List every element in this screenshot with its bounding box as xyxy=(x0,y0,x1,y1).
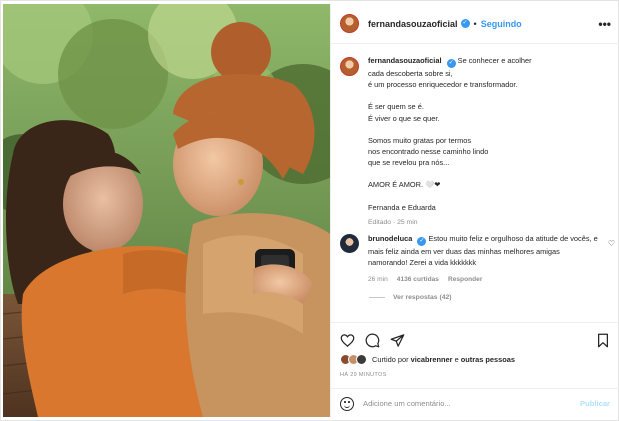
caption-line: Fernanda e Eduarda xyxy=(368,202,436,212)
bookmark-icon[interactable] xyxy=(596,333,610,348)
view-replies-button[interactable]: Ver respostas (42) xyxy=(369,294,452,301)
comments-section[interactable]: fernandasouzaoficial ✓ Se conhecer e aco… xyxy=(331,45,619,325)
caption-line: AMOR É AMOR. 🤍❤ xyxy=(368,180,441,190)
post-footer: Curtido por vicabrenner e outras pessoas… xyxy=(331,322,619,417)
caption-line: cada descoberta sobre si, xyxy=(368,69,453,78)
caption-gap xyxy=(368,90,532,101)
action-bar xyxy=(340,330,610,350)
likes-summary: Curtido por vicabrenner e outras pessoas xyxy=(340,354,515,365)
likes-suffix: e xyxy=(454,355,459,364)
comment-likes[interactable]: 4136 curtidas xyxy=(397,274,439,285)
profile-avatar[interactable] xyxy=(340,14,359,33)
following-button[interactable]: Seguindo xyxy=(481,19,522,29)
verified-badge-icon: ✓ xyxy=(417,237,427,246)
post-timestamp[interactable]: HÁ 29 MINUTOS xyxy=(340,372,387,378)
comment-icon[interactable] xyxy=(365,333,380,348)
comment-time[interactable]: 26 min xyxy=(368,274,388,285)
caption-line: que se revelou pra nós... xyxy=(368,158,450,168)
commenter-avatar[interactable] xyxy=(340,234,359,253)
commenter-username[interactable]: brunodeluca xyxy=(368,234,412,243)
caption-line: É viver o que se quer. xyxy=(368,113,440,123)
caption-line: nos encontrado nesse caminho lindo xyxy=(368,147,489,157)
likes-text: Curtido por vicabrenner e outras pessoas xyxy=(372,355,515,364)
liker-avatar xyxy=(356,354,367,365)
emoji-icon[interactable] xyxy=(340,396,354,411)
post-header: fernandasouzaoficial ✓ • Seguindo ••• xyxy=(331,4,619,44)
instagram-post-screenshot: fernandasouzaoficial ✓ • Seguindo ••• fe… xyxy=(0,0,619,421)
header-separator: • xyxy=(473,18,477,29)
likes-prefix: Curtido por xyxy=(372,355,409,364)
publish-button[interactable]: Publicar xyxy=(580,399,610,408)
caption-gap xyxy=(368,191,532,202)
replies-line xyxy=(369,297,385,298)
heart-icon[interactable] xyxy=(340,333,355,348)
post-photo[interactable] xyxy=(3,4,330,417)
caption-line: É ser quem se é. xyxy=(368,102,424,112)
caption-body: fernandasouzaoficial ✓ Se conhecer e aco… xyxy=(368,55,532,228)
caption-meta: Editado · 25 min xyxy=(368,218,418,226)
caption-avatar[interactable] xyxy=(340,57,359,76)
share-icon[interactable] xyxy=(390,333,405,348)
caption-gap xyxy=(368,124,532,135)
view-replies-label: Ver respostas (42) xyxy=(393,294,452,301)
header-username[interactable]: fernandasouzaoficial xyxy=(368,19,458,29)
likes-others-link[interactable]: outras pessoas xyxy=(461,355,515,364)
post-caption: fernandasouzaoficial ✓ Se conhecer e aco… xyxy=(340,55,610,228)
liker-username[interactable]: vicabrenner xyxy=(411,355,453,364)
comment-item: brunodeluca ✓ Estou muito feliz e orgulh… xyxy=(340,233,615,285)
verified-badge-icon: ✓ xyxy=(446,59,456,68)
caption-text: Se conhecer e acolher xyxy=(457,56,532,65)
caption-line: é um processo enriquecedor e transformad… xyxy=(368,80,518,90)
comment-like-heart-icon[interactable]: ♡ xyxy=(608,239,615,248)
more-options-icon[interactable]: ••• xyxy=(598,17,611,31)
photo-illustration xyxy=(3,4,330,417)
comment-body: brunodeluca ✓ Estou muito feliz e orgulh… xyxy=(368,233,600,285)
comment-meta: 26 min 4136 curtidas Responder xyxy=(368,274,600,285)
add-comment-bar: Publicar xyxy=(331,388,619,418)
caption-username[interactable]: fernandasouzaoficial xyxy=(368,56,442,65)
caption-line: fernandasouzaoficial ✓ Se conhecer e aco… xyxy=(368,55,532,68)
reply-button[interactable]: Responder xyxy=(448,274,482,285)
caption-line: Somos muito gratas por termos xyxy=(368,135,472,145)
comment-input[interactable] xyxy=(363,399,581,408)
post-side-panel: fernandasouzaoficial ✓ • Seguindo ••• fe… xyxy=(330,4,619,417)
verified-badge-icon: ✓ xyxy=(460,19,470,28)
caption-gap xyxy=(368,168,532,179)
